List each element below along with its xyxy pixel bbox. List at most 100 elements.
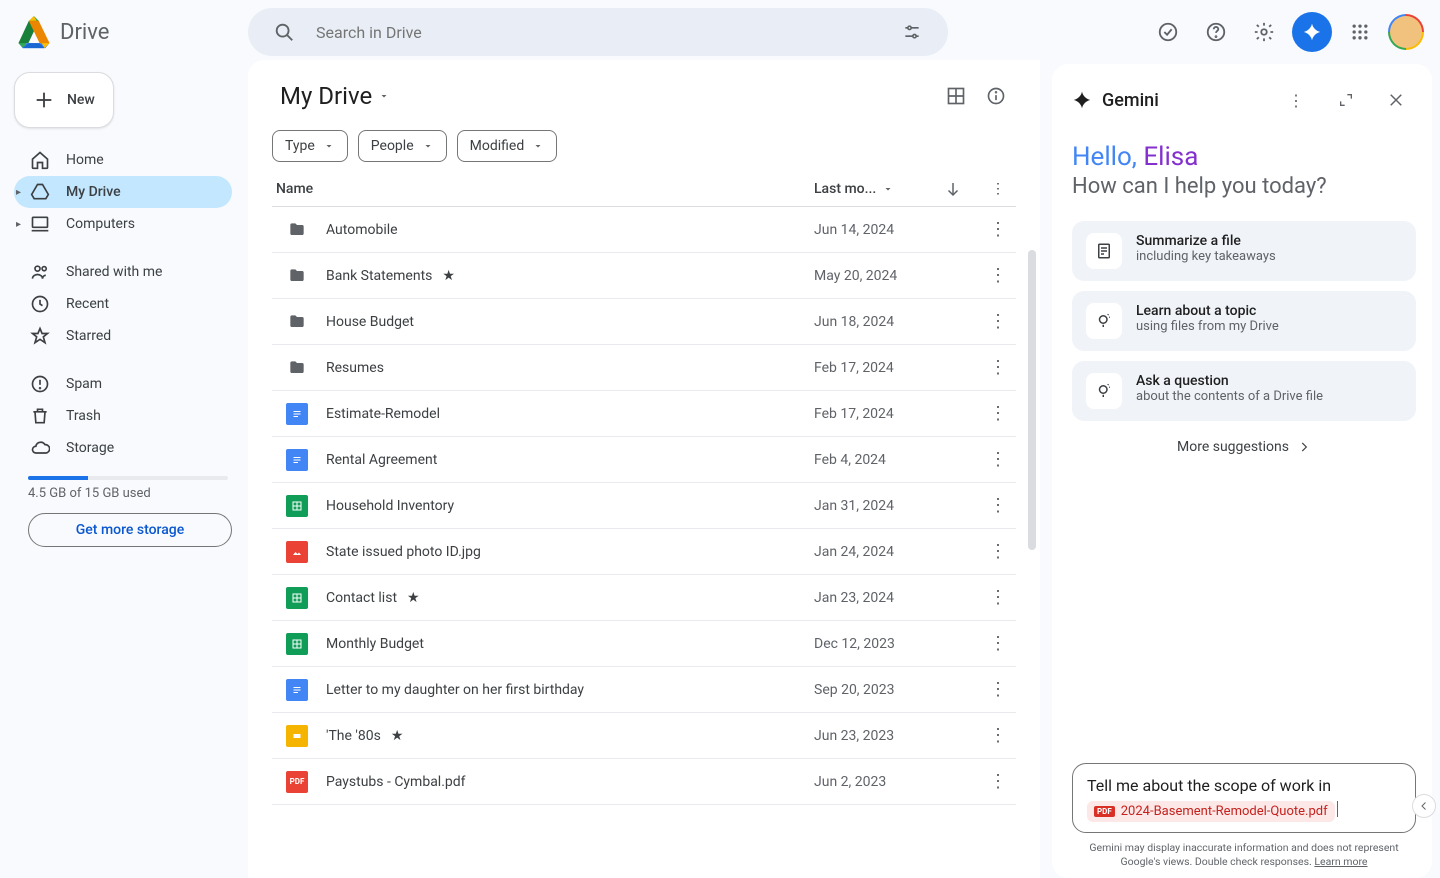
column-date[interactable]: Last mo...	[814, 181, 944, 197]
nav-label: Storage	[66, 440, 114, 456]
nav-spam[interactable]: Spam	[14, 368, 232, 400]
gemini-launcher-icon[interactable]	[1292, 12, 1332, 52]
file-date: Jun 14, 2024	[814, 222, 944, 238]
nav-shared-with-me[interactable]: Shared with me	[14, 256, 232, 288]
nav-storage[interactable]: Storage	[14, 432, 232, 464]
file-name: Bank Statements ★	[326, 268, 814, 284]
gemini-expand-icon[interactable]	[1326, 80, 1366, 120]
file-row[interactable]: Household InventoryJan 31, 2024⋮	[272, 483, 1016, 529]
file-name: Rental Agreement	[326, 452, 814, 468]
nav-recent[interactable]: Recent	[14, 288, 232, 320]
file-row[interactable]: PDFPaystubs - Cymbal.pdfJun 2, 2023⋮	[272, 759, 1016, 805]
file-more-icon[interactable]: ⋮	[980, 587, 1016, 608]
nav-label: Home	[66, 152, 104, 168]
gemini-close-icon[interactable]	[1376, 80, 1416, 120]
suggestion-card[interactable]: Learn about a topicusing files from my D…	[1072, 291, 1416, 351]
filter-modified[interactable]: Modified	[457, 130, 558, 162]
new-button-label: New	[67, 92, 95, 108]
nav-starred[interactable]: Starred	[14, 320, 232, 352]
gemini-more-icon[interactable]: ⋮	[1276, 80, 1316, 120]
doc-icon	[286, 403, 308, 425]
nav-home[interactable]: Home	[14, 144, 232, 176]
gemini-input[interactable]: Tell me about the scope of work in PDF 2…	[1072, 763, 1416, 833]
info-icon[interactable]	[976, 76, 1016, 116]
bulb-icon	[1086, 303, 1122, 339]
account-avatar[interactable]	[1388, 14, 1424, 50]
sheet-icon	[286, 587, 308, 609]
learn-more-link[interactable]: Learn more	[1314, 855, 1367, 868]
file-row[interactable]: Rental AgreementFeb 4, 2024⋮	[272, 437, 1016, 483]
column-name[interactable]: Name	[272, 181, 814, 197]
file-more-icon[interactable]: ⋮	[980, 541, 1016, 562]
collapse-sidepanel-button[interactable]	[1412, 794, 1436, 818]
star-icon: ★	[407, 590, 420, 606]
search-input[interactable]	[316, 23, 892, 42]
file-more-icon[interactable]: ⋮	[980, 403, 1016, 424]
file-more-icon[interactable]: ⋮	[980, 771, 1016, 792]
help-icon[interactable]	[1196, 12, 1236, 52]
file-row[interactable]: AutomobileJun 14, 2024⋮	[272, 207, 1016, 253]
scrollbar[interactable]	[1028, 250, 1036, 550]
star-icon	[30, 326, 50, 346]
file-row[interactable]: 'The '80s ★Jun 23, 2023⋮	[272, 713, 1016, 759]
offline-ready-icon[interactable]	[1148, 12, 1188, 52]
cloud-icon	[30, 438, 50, 458]
nav-my-drive[interactable]: ▸My Drive	[14, 176, 232, 208]
pdf-badge-icon: PDF	[1094, 806, 1115, 817]
nav-computers[interactable]: ▸Computers	[14, 208, 232, 240]
suggestion-title: Learn about a topic	[1136, 303, 1279, 319]
file-more-icon[interactable]: ⋮	[980, 265, 1016, 286]
sort-direction-icon[interactable]	[944, 180, 980, 198]
settings-icon[interactable]	[1244, 12, 1284, 52]
file-more-icon[interactable]: ⋮	[980, 495, 1016, 516]
filter-people[interactable]: People	[358, 130, 447, 162]
suggestion-card[interactable]: Ask a questionabout the contents of a Dr…	[1072, 361, 1416, 421]
filter-type[interactable]: Type	[272, 130, 348, 162]
file-row[interactable]: Estimate-RemodelFeb 17, 2024⋮	[272, 391, 1016, 437]
file-date: Jun 23, 2023	[814, 728, 944, 744]
search-options-icon[interactable]	[892, 12, 932, 52]
file-more-icon[interactable]: ⋮	[980, 633, 1016, 654]
file-name: Letter to my daughter on her first birth…	[326, 682, 814, 698]
gemini-title: Gemini	[1102, 90, 1159, 111]
get-storage-button[interactable]: Get more storage	[28, 513, 232, 547]
file-row[interactable]: State issued photo ID.jpgJan 24, 2024⋮	[272, 529, 1016, 575]
apps-grid-icon[interactable]	[1340, 12, 1380, 52]
suggestion-card[interactable]: Summarize a fileincluding key takeaways	[1072, 221, 1416, 281]
layout-toggle-icon[interactable]	[936, 76, 976, 116]
gemini-spark-icon	[1072, 90, 1092, 110]
file-row[interactable]: Bank Statements ★May 20, 2024⋮	[272, 253, 1016, 299]
file-row[interactable]: Contact list ★Jan 23, 2024⋮	[272, 575, 1016, 621]
file-list-panel: My Drive Type People Modified Name Last mo…	[248, 60, 1040, 878]
file-date: Jun 18, 2024	[814, 314, 944, 330]
search-bar[interactable]	[248, 8, 948, 56]
file-row[interactable]: ResumesFeb 17, 2024⋮	[272, 345, 1016, 391]
text-cursor	[1337, 801, 1338, 817]
file-row[interactable]: House BudgetJun 18, 2024⋮	[272, 299, 1016, 345]
gemini-attachment-chip[interactable]: PDF 2024-Basement-Remodel-Quote.pdf	[1087, 801, 1335, 822]
file-more-icon[interactable]: ⋮	[980, 449, 1016, 470]
location-dropdown[interactable]: My Drive	[272, 78, 398, 114]
new-button[interactable]: New	[14, 72, 114, 128]
logo-block[interactable]: Drive	[16, 14, 240, 50]
file-more-icon[interactable]: ⋮	[980, 725, 1016, 746]
column-options-icon[interactable]: ⋮	[980, 181, 1016, 197]
file-row[interactable]: Monthly BudgetDec 12, 2023⋮	[272, 621, 1016, 667]
spam-icon	[30, 374, 50, 394]
file-more-icon[interactable]: ⋮	[980, 679, 1016, 700]
file-more-icon[interactable]: ⋮	[980, 311, 1016, 332]
more-suggestions-button[interactable]: More suggestions	[1177, 439, 1311, 455]
file-row[interactable]: Letter to my daughter on her first birth…	[272, 667, 1016, 713]
file-name: State issued photo ID.jpg	[326, 544, 814, 560]
file-more-icon[interactable]: ⋮	[980, 219, 1016, 240]
app-header: Drive	[0, 0, 1440, 64]
file-name: Resumes	[326, 360, 814, 376]
search-icon[interactable]	[264, 12, 304, 52]
expand-chevron-icon: ▸	[16, 187, 21, 198]
suggestion-desc: using files from my Drive	[1136, 319, 1279, 334]
drive-logo-icon	[16, 14, 52, 50]
nav-trash[interactable]: Trash	[14, 400, 232, 432]
file-date: Jun 2, 2023	[814, 774, 944, 790]
file-more-icon[interactable]: ⋮	[980, 357, 1016, 378]
file-date: Dec 12, 2023	[814, 636, 944, 652]
